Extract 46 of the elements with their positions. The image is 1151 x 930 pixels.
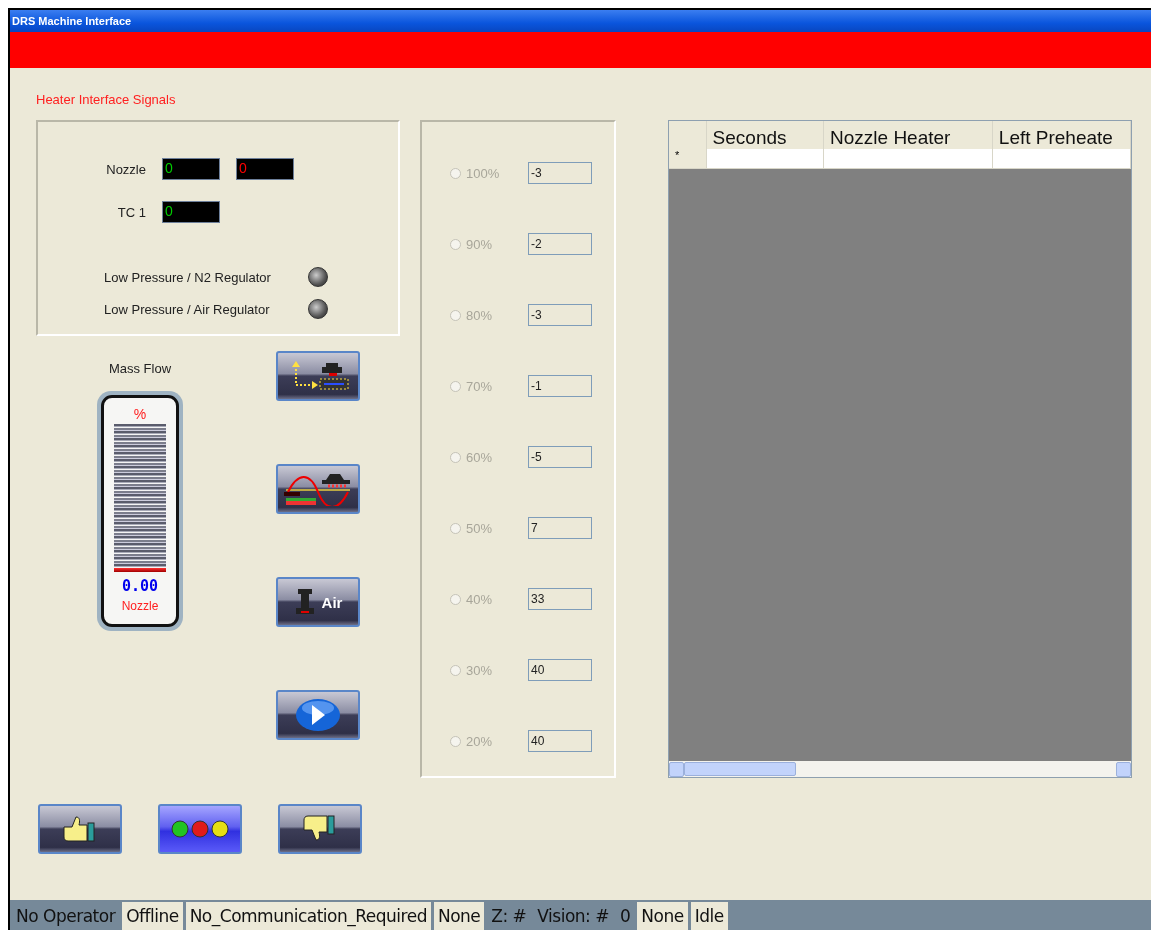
icon-button[interactable] — [276, 351, 360, 401]
radio-label: 100% — [466, 165, 501, 181]
gauge-title: Mass Flow — [108, 361, 172, 376]
radio-label: 70% — [466, 378, 494, 394]
status-item: No_Communication_Required — [185, 902, 431, 930]
radio-label: 90% — [466, 236, 494, 252]
gauge-caption: Nozzle — [121, 599, 159, 613]
icon-button[interactable] — [278, 804, 362, 854]
section-heading: Heater Interface Signals — [36, 92, 176, 107]
icon-button[interactable] — [276, 690, 360, 740]
radio-label: 80% — [466, 307, 494, 323]
play-icon — [295, 698, 341, 732]
window-title: DRS Machine Interface — [12, 15, 132, 27]
signal-lights-icon — [170, 819, 230, 839]
icon-button[interactable] — [276, 464, 360, 514]
row-marker: * — [669, 149, 707, 169]
radio-label: 20% — [466, 733, 494, 749]
readout-label: Nozzle — [105, 161, 146, 177]
table-cell[interactable] — [992, 149, 1131, 169]
status-item: Offline — [122, 902, 183, 930]
status-item: 0 — [618, 905, 632, 928]
table-cell[interactable] — [706, 149, 825, 169]
icon-button[interactable] — [158, 804, 242, 854]
gauge-unit: % — [133, 406, 147, 422]
status-item: Idle — [690, 902, 728, 930]
radio-label: 50% — [466, 520, 494, 536]
readout-value: 0 — [239, 160, 247, 176]
indicator-label: Low Pressure / Air Regulator — [104, 301, 271, 317]
readout-value: 0 — [165, 203, 173, 219]
status-item: Vision: # — [536, 905, 610, 928]
status-item: None — [433, 902, 485, 930]
nozzle-icon — [293, 587, 316, 617]
indicator-label: Low Pressure / N2 Regulator — [104, 269, 272, 285]
radio-label: 60% — [466, 449, 494, 465]
radio-label: 40% — [466, 591, 494, 607]
radio-label: 30% — [466, 662, 494, 678]
icon-button[interactable] — [38, 804, 122, 854]
status-item: No Operator — [15, 905, 117, 928]
horizontal-scrollbar[interactable] — [669, 761, 1131, 777]
status-item: Z: # — [490, 905, 528, 928]
readout-label: TC 1 — [116, 204, 146, 220]
gauge-value: 0.00 — [121, 577, 159, 595]
table-cell[interactable] — [824, 149, 993, 169]
readout-value: 0 — [165, 160, 173, 176]
status-item: None — [637, 902, 688, 930]
air-button[interactable]: Air — [276, 577, 360, 627]
